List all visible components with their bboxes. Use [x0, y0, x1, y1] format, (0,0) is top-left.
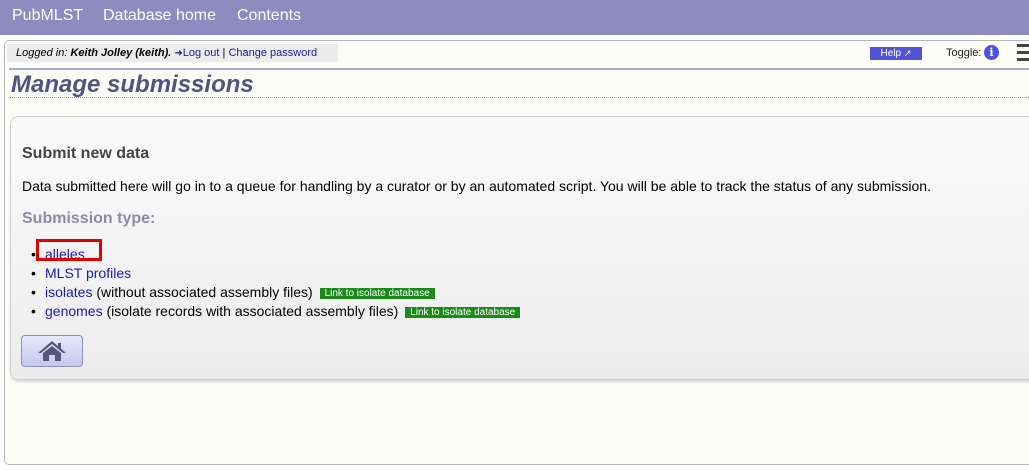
alleles-link[interactable]: alleles [45, 246, 85, 262]
list-item: MLST profiles [31, 264, 520, 283]
top-navbar: PubMLST Database home Contents [0, 0, 1029, 35]
list-item: genomes (isolate records with associated… [31, 302, 521, 321]
login-status-bar: Logged in: Keith Jolley (keith). ➜Log ou… [7, 44, 338, 62]
title-divider [9, 97, 1029, 98]
genomes-db-link[interactable]: Link to isolate database [405, 307, 521, 318]
genomes-link[interactable]: genomes [45, 303, 103, 319]
external-link-icon: ↗ [903, 48, 912, 58]
status-separator: | [222, 47, 226, 59]
genomes-note: (isolate records with associated assembl… [102, 303, 399, 319]
submit-heading: Submit new data [22, 145, 150, 162]
isolates-db-link[interactable]: Link to isolate database [319, 288, 435, 299]
logged-in-user: Keith Jolley (keith). [70, 47, 172, 59]
logout-icon: ➜ [174, 48, 183, 59]
submit-description: Data submitted here will go in to a queu… [22, 178, 931, 194]
submit-box: Submit new data Data submitted here will… [10, 116, 1029, 380]
logout-link[interactable]: ➜Log out [174, 47, 219, 59]
info-icon[interactable]: i [984, 45, 999, 60]
title-rule [9, 68, 1029, 70]
nav-contents-link[interactable]: Contents [237, 7, 301, 25]
help-button[interactable]: Help ↗ [870, 47, 922, 60]
list-item: isolates (without associated assembly fi… [31, 283, 520, 302]
nav-brand-link[interactable]: PubMLST [12, 7, 83, 25]
main-frame: Logged in: Keith Jolley (keith). ➜Log ou… [4, 40, 1029, 465]
home-icon [38, 341, 66, 361]
submission-type-list: alleles MLST profiles isolates (without … [31, 245, 521, 321]
help-label: Help [880, 48, 902, 59]
submission-type-heading: Submission type: [22, 210, 156, 227]
change-password-link[interactable]: Change password [228, 47, 317, 59]
nav-database-home-link[interactable]: Database home [103, 7, 216, 25]
logout-label: Log out [182, 47, 220, 59]
logged-in-label: Logged in: [16, 47, 68, 59]
isolates-link[interactable]: isolates [45, 284, 92, 300]
home-button[interactable] [21, 335, 83, 367]
hamburger-menu-icon[interactable] [1017, 44, 1029, 62]
page-title: Manage submissions [11, 71, 254, 98]
mlst-profiles-link[interactable]: MLST profiles [45, 265, 131, 281]
list-item: alleles [31, 245, 520, 264]
toggle-label: Toggle: [946, 47, 982, 59]
isolates-note: (without associated assembly files) [92, 284, 313, 300]
